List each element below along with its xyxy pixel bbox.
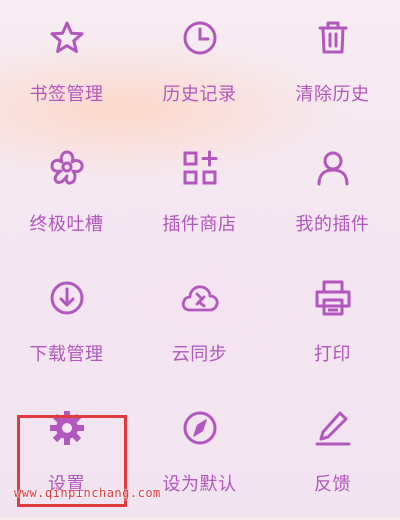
bookmarks-label: 书签管理 [29, 84, 104, 105]
pen-icon [313, 408, 353, 448]
bookmarks-button[interactable]: 书签管理 [0, 0, 133, 130]
my-plugins-label: 我的插件 [295, 214, 370, 235]
download-icon [47, 278, 87, 318]
trash-icon [313, 18, 353, 58]
compass-icon [180, 408, 220, 448]
feedback-label: 反馈 [314, 474, 351, 495]
feedback-board-button[interactable]: 终极吐槽 [0, 130, 133, 260]
clear-history-label: 清除历史 [295, 84, 370, 105]
history-button[interactable]: 历史记录 [133, 0, 266, 130]
flower-icon [47, 148, 87, 188]
plugin-store-label: 插件商店 [162, 214, 237, 235]
downloads-button[interactable]: 下载管理 [0, 260, 133, 390]
printer-icon [313, 278, 353, 318]
set-default-button[interactable]: 设为默认 [133, 390, 266, 520]
plugin-store-button[interactable]: 插件商店 [133, 130, 266, 260]
feedback-board-label: 终极吐槽 [29, 214, 104, 235]
print-button[interactable]: 打印 [266, 260, 399, 390]
star-icon [47, 18, 87, 58]
grid-plus-icon [180, 148, 220, 188]
history-label: 历史记录 [162, 84, 237, 105]
watermark-text: www.qinpinchang.com [14, 486, 161, 500]
cloud-sync-label: 云同步 [171, 344, 228, 365]
print-label: 打印 [314, 344, 351, 365]
feedback-button[interactable]: 反馈 [266, 390, 399, 520]
cloud-sync-icon [180, 278, 220, 318]
cloud-sync-button[interactable]: 云同步 [133, 260, 266, 390]
clear-history-button[interactable]: 清除历史 [266, 0, 399, 130]
clock-icon [180, 18, 220, 58]
user-icon [313, 148, 353, 188]
downloads-label: 下载管理 [29, 344, 104, 365]
my-plugins-button[interactable]: 我的插件 [266, 130, 399, 260]
